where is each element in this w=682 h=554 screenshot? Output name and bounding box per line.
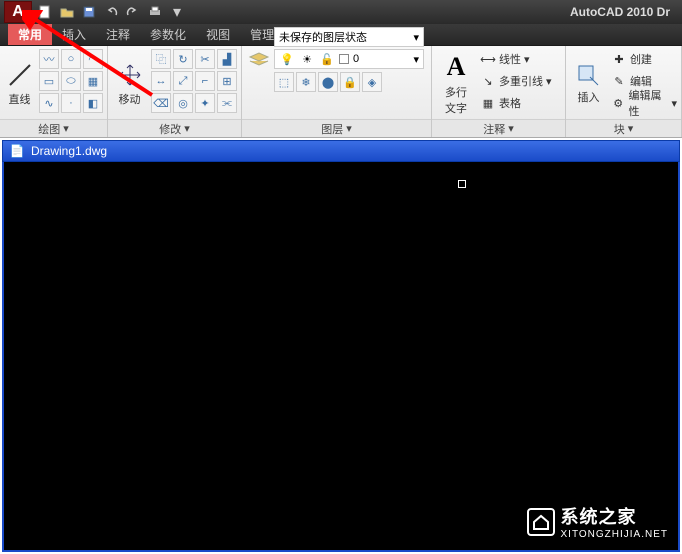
app-title: AutoCAD 2010 Dr [570,5,678,19]
insert-block-icon [576,63,600,87]
linear-dimension-button[interactable]: ⟷ 线性 ▾ [480,49,552,69]
multileader-button[interactable]: ↘ 多重引线 ▾ [480,71,552,91]
trim-icon[interactable]: ✂ [195,49,215,69]
drawing-canvas[interactable]: 系统之家 XITONGZHIJIA.NET [2,162,680,552]
panel-draw-title[interactable]: 绘图 ▾ [0,119,107,137]
draw-tools-grid: 〰 ○ ◠ ▭ ⬭ ▦ ∿ · ◧ [39,49,103,119]
chevron-down-icon: ▾ [346,122,352,135]
chevron-down-icon: ▾ [508,122,514,135]
app-logo-letter: A [12,3,24,21]
move-icon [116,61,144,89]
ellipse-icon[interactable]: ⬭ [61,71,81,91]
layer-match-icon[interactable]: ◈ [362,72,382,92]
qat-print-icon[interactable] [144,2,166,22]
current-layer-dropdown[interactable]: 💡 ☀ 🔓 0 ▾ [274,49,424,69]
create-icon: ✚ [611,51,627,67]
application-menu-button[interactable]: A [4,1,32,23]
edit-attributes-button[interactable]: ⚙ 编辑属性 ▾ [611,93,677,113]
spline-icon[interactable]: ∿ [39,93,59,113]
modify-tools-grid: ⿻ ↻ ✂ ▟ ↔ ⤢ ⌐ ⊞ ⌫ ◎ ✦ ⫘ [151,49,237,119]
table-button[interactable]: ▦ 表格 [480,93,552,113]
line-button[interactable]: 直线 [4,49,35,119]
panel-layers-title[interactable]: 图层 ▾ [242,119,431,137]
panel-block: 插入 ✚ 创建 ✎ 编辑 ⚙ 编辑属性 ▾ 块 ▾ [566,46,682,137]
panel-draw: 直线 〰 ○ ◠ ▭ ⬭ ▦ ∿ · ◧ 绘图 ▾ [0,46,108,137]
layer-freeze-icon[interactable]: ❄ [296,72,316,92]
region-icon[interactable]: ◧ [83,93,103,113]
chevron-down-icon: ▾ [63,122,69,135]
move-button[interactable]: 移动 [112,49,147,119]
watermark-logo-icon [527,508,555,536]
crosshair-pickbox [458,180,466,188]
tab-home[interactable]: 常用 [8,24,52,45]
table-icon: ▦ [480,95,496,111]
dimension-icon: ⟷ [480,51,496,67]
copy-icon[interactable]: ⿻ [151,49,171,69]
color-swatch-icon [339,54,349,64]
layer-isolate-icon[interactable]: ⬚ [274,72,294,92]
panel-layers: 未保存的图层状态 ▾ 💡 ☀ 🔓 0 ▾ ⬚ ❄ ⬤ [242,46,432,137]
attributes-icon: ⚙ [611,95,626,111]
layer-properties-button[interactable] [246,28,272,92]
tab-annotate[interactable]: 注释 [96,24,140,45]
text-icon: A [447,52,466,82]
sun-icon: ☀ [299,51,315,67]
document-titlebar[interactable]: 📄 Drawing1.dwg [2,140,680,162]
layer-lock-icon[interactable]: 🔒 [340,72,360,92]
mirror-icon[interactable]: ▟ [217,49,237,69]
chevron-down-icon: ▾ [184,122,190,135]
arc-icon[interactable]: ◠ [83,49,103,69]
chevron-down-icon: ▾ [628,122,634,135]
qat-open-icon[interactable] [56,2,78,22]
chevron-down-icon: ▾ [413,53,419,66]
panel-annotate: A 多行 文字 ⟷ 线性 ▾ ↘ 多重引线 ▾ ▦ 表格 注释 ▾ [432,46,566,137]
line-icon [6,61,34,89]
create-block-button[interactable]: ✚ 创建 [611,49,677,69]
hatch-icon[interactable]: ▦ [83,71,103,91]
dwg-file-icon: 📄 [9,143,25,159]
explode-icon[interactable]: ✦ [195,93,215,113]
polyline-icon[interactable]: 〰 [39,49,59,69]
document-area: 📄 Drawing1.dwg 系统之家 XITONGZHIJIA.NET [0,138,682,554]
panel-modify: 移动 ⿻ ↻ ✂ ▟ ↔ ⤢ ⌐ ⊞ ⌫ ◎ ✦ ⫘ 修改 ▾ [108,46,242,137]
mtext-button[interactable]: A 多行 文字 [436,49,476,119]
layers-icon [248,49,270,71]
tab-parametric[interactable]: 参数化 [140,24,196,45]
panel-block-title[interactable]: 块 ▾ [566,119,681,137]
quick-access-toolbar: A ▾ AutoCAD 2010 Dr [0,0,682,24]
qat-save-icon[interactable] [78,2,100,22]
layer-state-dropdown[interactable]: 未保存的图层状态 ▾ [274,27,424,47]
point-icon[interactable]: · [61,93,81,113]
qat-redo-icon[interactable] [122,2,144,22]
array-icon[interactable]: ⊞ [217,71,237,91]
chevron-down-icon: ▾ [413,31,419,44]
ribbon: 直线 〰 ○ ◠ ▭ ⬭ ▦ ∿ · ◧ 绘图 ▾ 移动 ⿻ [0,46,682,138]
qat-new-icon[interactable] [34,2,56,22]
lock-icon: 🔓 [319,51,335,67]
panel-modify-title[interactable]: 修改 ▾ [108,119,241,137]
qat-dropdown-icon[interactable]: ▾ [166,2,188,22]
erase-icon[interactable]: ⌫ [151,93,171,113]
circle-icon[interactable]: ○ [61,49,81,69]
lightbulb-icon: 💡 [279,51,295,67]
stretch-icon[interactable]: ↔ [151,71,171,91]
offset-icon[interactable]: ◎ [173,93,193,113]
join-icon[interactable]: ⫘ [217,93,237,113]
tab-view[interactable]: 视图 [196,24,240,45]
watermark: 系统之家 XITONGZHIJIA.NET [527,503,669,540]
layer-off-icon[interactable]: ⬤ [318,72,338,92]
edit-icon: ✎ [611,73,627,89]
fillet-icon[interactable]: ⌐ [195,71,215,91]
leader-icon: ↘ [480,73,496,89]
tab-insert[interactable]: 插入 [52,24,96,45]
insert-block-button[interactable]: 插入 [570,49,607,119]
rectangle-icon[interactable]: ▭ [39,71,59,91]
panel-annotate-title[interactable]: 注释 ▾ [432,119,565,137]
document-filename: Drawing1.dwg [31,144,107,158]
scale-icon[interactable]: ⤢ [173,71,193,91]
qat-undo-icon[interactable] [100,2,122,22]
rotate-icon[interactable]: ↻ [173,49,193,69]
